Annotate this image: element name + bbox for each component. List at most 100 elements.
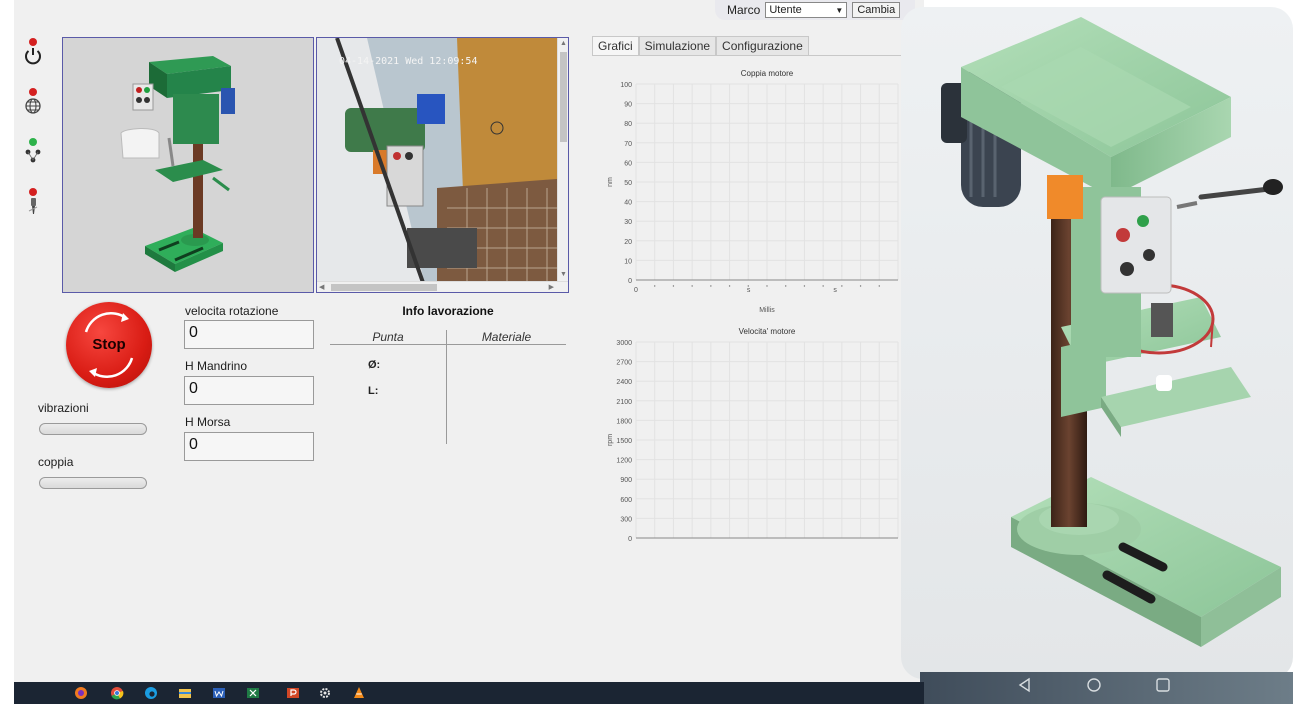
torque-chart-y-tick-label: 20 bbox=[624, 239, 632, 246]
spindle-height-label: H Mandrino bbox=[185, 359, 248, 373]
chrome-icon[interactable] bbox=[110, 686, 124, 700]
vibration-bar bbox=[39, 423, 147, 435]
recents-icon[interactable] bbox=[1154, 676, 1172, 694]
drill-bit-icon bbox=[28, 198, 38, 214]
speed-chart-y-tick-label: 1200 bbox=[616, 458, 632, 465]
vibration-label: vibrazioni bbox=[38, 401, 89, 415]
torque-chart-y-tick-label: 50 bbox=[624, 180, 632, 187]
camera-horizontal-scrollbar[interactable]: ◀ ▶ bbox=[317, 281, 568, 292]
torque-chart-x-tick-mark bbox=[747, 285, 749, 287]
torque-chart-x-axis-label: Millis bbox=[759, 307, 775, 314]
torque-chart: Coppia motore 0 10 20 30 40 50 60 70 80 90 100 nm 0 s s… bbox=[607, 69, 899, 314]
status-tool bbox=[22, 188, 46, 220]
chevron-down-icon: ▼ bbox=[835, 5, 844, 15]
stop-label: Stop bbox=[92, 336, 126, 353]
info-column-divider bbox=[446, 330, 447, 444]
model-view-panel[interactable] bbox=[62, 37, 314, 293]
vertical-scroll-thumb[interactable] bbox=[560, 52, 567, 142]
powerpoint-icon[interactable] bbox=[286, 686, 300, 700]
torque-chart-y-tick-label: 30 bbox=[624, 219, 632, 226]
torque-chart-x-tick-mark bbox=[859, 285, 862, 287]
speed-chart-y-tick-label: 300 bbox=[620, 516, 632, 523]
emergency-stop-button[interactable]: Stop bbox=[66, 302, 152, 388]
vise-height-field[interactable]: 0 bbox=[184, 432, 314, 461]
excel-icon[interactable] bbox=[246, 686, 260, 700]
torque-chart-y-tick-label: 0 bbox=[628, 278, 632, 285]
tab-configuration[interactable]: Configurazione bbox=[716, 36, 809, 55]
rotation-speed-field[interactable]: 0 bbox=[184, 320, 314, 349]
android-nav-bar bbox=[920, 672, 1293, 704]
scroll-left-arrow-icon[interactable]: ◀ bbox=[319, 283, 324, 291]
speed-chart-y-tick-label: 2700 bbox=[616, 360, 632, 367]
edge-icon[interactable] bbox=[144, 686, 158, 700]
torque-chart-x-tick-label: 0 bbox=[634, 287, 638, 294]
scroll-down-arrow-icon[interactable]: ▼ bbox=[560, 271, 567, 278]
nodes-icon bbox=[25, 149, 41, 163]
tab-simulation[interactable]: Simulazione bbox=[638, 36, 717, 55]
diameter-key: Ø: bbox=[368, 359, 381, 371]
drill-press-render bbox=[901, 7, 1293, 679]
status-network bbox=[22, 88, 46, 120]
speed-chart-y-tick-label: 1800 bbox=[616, 418, 632, 425]
role-select-value: Utente bbox=[769, 4, 802, 16]
speed-chart-y-tick-label: 2400 bbox=[616, 379, 632, 386]
camera-feed-image bbox=[317, 38, 568, 292]
speed-chart-y-tick-label: 1500 bbox=[616, 438, 632, 445]
torque-chart-y-tick-label: 10 bbox=[624, 258, 632, 265]
scroll-right-arrow-icon[interactable]: ▶ bbox=[549, 283, 554, 291]
status-dot-power bbox=[29, 38, 37, 46]
tab-charts[interactable]: Grafici bbox=[592, 36, 639, 55]
torque-chart-y-tick-label: 90 bbox=[624, 102, 632, 109]
torque-chart-x-tick-mark bbox=[728, 285, 731, 287]
torque-chart-y-tick-label: 80 bbox=[624, 121, 632, 128]
length-key: L: bbox=[368, 385, 379, 397]
speed-chart-y-tick-label: 2100 bbox=[616, 399, 632, 406]
horizontal-scroll-thumb[interactable] bbox=[331, 284, 437, 291]
file-explorer-icon[interactable] bbox=[178, 686, 192, 700]
status-dot-tool bbox=[29, 188, 37, 196]
camera-vertical-scrollbar[interactable]: ▲ ▼ bbox=[557, 38, 568, 292]
speed-chart-y-tick-label: 600 bbox=[620, 497, 632, 504]
speed-chart-y-axis-label: rpm bbox=[607, 434, 614, 446]
torque-chart-y-tick-label: 70 bbox=[624, 141, 632, 148]
torque-chart-title: Coppia motore bbox=[741, 69, 794, 78]
torque-chart-x-tick-mark bbox=[803, 285, 806, 287]
firefox-icon[interactable] bbox=[74, 686, 88, 700]
power-icon bbox=[25, 48, 41, 65]
scroll-up-arrow-icon[interactable]: ▲ bbox=[560, 40, 567, 47]
info-header-divider bbox=[330, 344, 566, 345]
settings-icon[interactable] bbox=[318, 686, 332, 700]
torque-chart-x-tick-mark bbox=[710, 285, 712, 287]
tip-column-header: Punta bbox=[372, 330, 404, 344]
tab-bar-underline bbox=[592, 55, 910, 56]
change-user-button[interactable]: Cambia bbox=[852, 2, 901, 18]
status-dot-connection bbox=[29, 138, 37, 146]
torque-chart-y-tick-label: 40 bbox=[624, 200, 632, 207]
torque-chart-x-tick-mark bbox=[672, 285, 675, 287]
torque-chart-x-tick-label: s bbox=[833, 287, 837, 294]
vise-height-label: H Morsa bbox=[185, 415, 231, 429]
spindle-height-field[interactable]: 0 bbox=[184, 376, 314, 405]
speed-chart-y-tick-label: 3000 bbox=[616, 340, 632, 347]
home-icon[interactable] bbox=[1085, 676, 1103, 694]
drill-press-model-illustration bbox=[120, 56, 235, 272]
torque-chart-x-tick-mark bbox=[785, 285, 787, 287]
app-root: Marco Utente ▼ Cambia 04-14-2021 Wed 12:… bbox=[0, 0, 1293, 704]
camera-feed-panel[interactable]: 04-14-2021 Wed 12:09:54 ▲ ▼ ◀ ▶ bbox=[316, 37, 569, 293]
torque-chart-x-tick-mark bbox=[878, 285, 880, 287]
user-name: Marco bbox=[727, 3, 761, 17]
torque-chart-x-tick-mark bbox=[766, 285, 768, 287]
material-column-header: Materiale bbox=[481, 330, 532, 344]
torque-label: coppia bbox=[38, 455, 74, 469]
vlc-icon[interactable] bbox=[352, 686, 366, 700]
back-icon[interactable] bbox=[1016, 676, 1034, 694]
user-bar: Marco Utente ▼ Cambia bbox=[715, 0, 915, 20]
role-select[interactable]: Utente ▼ bbox=[765, 2, 848, 18]
torque-bar bbox=[39, 477, 147, 489]
windows-taskbar bbox=[14, 682, 924, 704]
speed-chart-title: Velocita' motore bbox=[739, 327, 796, 336]
camera-timestamp: 04-14-2021 Wed 12:09:54 bbox=[339, 56, 478, 67]
torque-chart-x-tick-label: s bbox=[747, 287, 751, 294]
status-connection bbox=[22, 138, 46, 170]
word-icon[interactable] bbox=[212, 686, 226, 700]
